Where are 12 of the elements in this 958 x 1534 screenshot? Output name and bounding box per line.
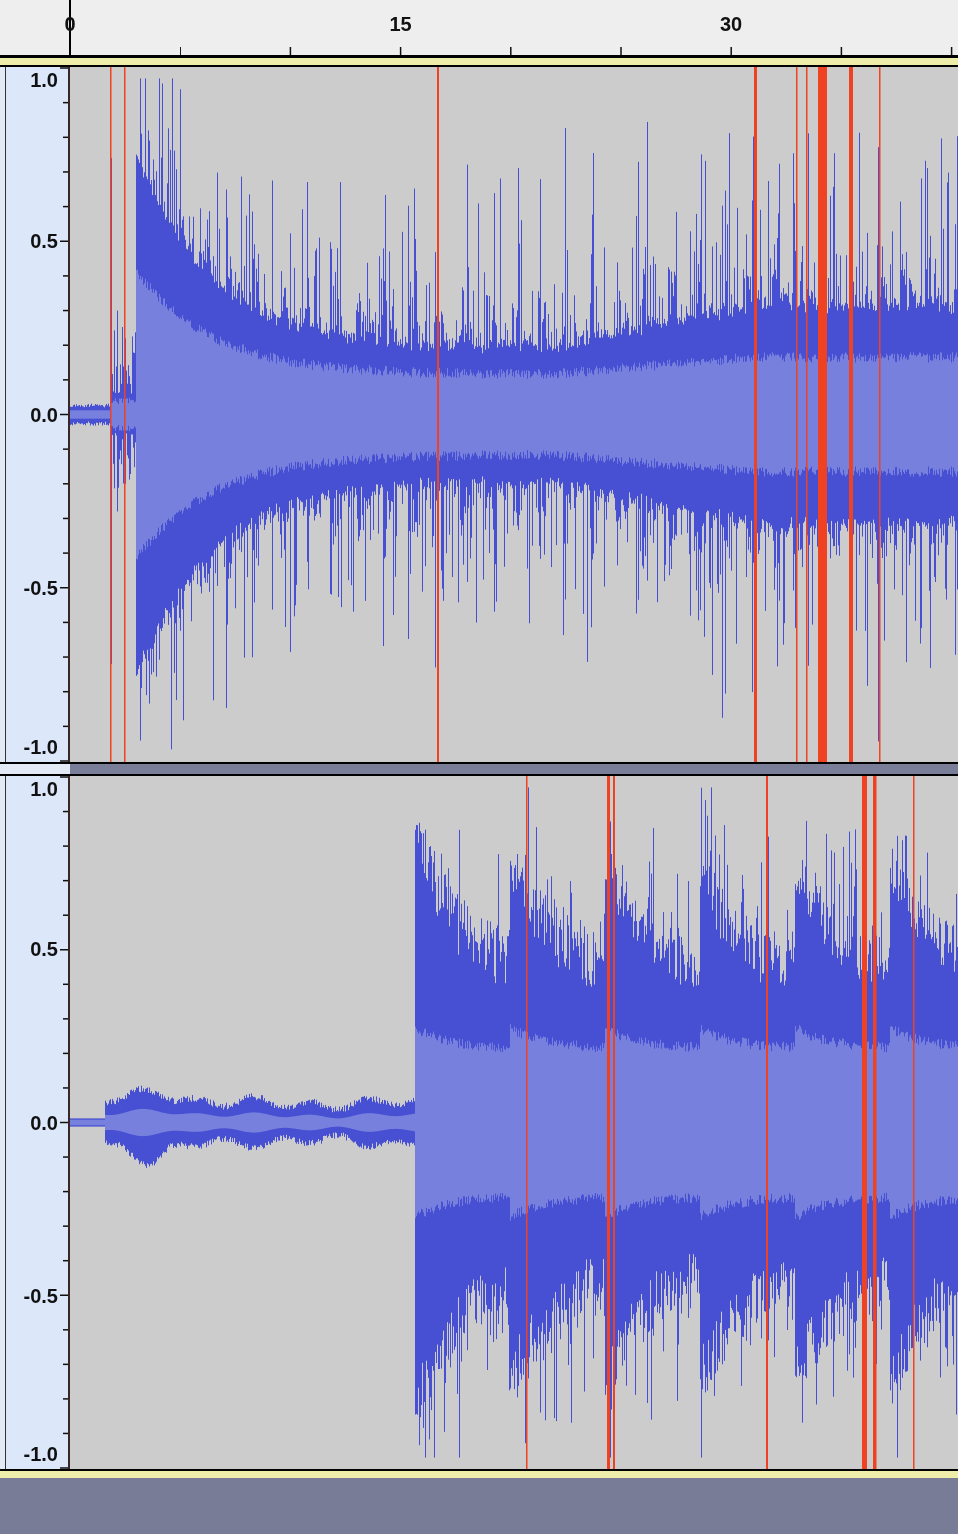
amplitude-label: 0.5 bbox=[30, 230, 58, 251]
amplitude-label: 0.0 bbox=[30, 1112, 58, 1133]
amplitude-label: 0.0 bbox=[30, 404, 58, 425]
time-label: 15 bbox=[389, 14, 412, 34]
amplitude-label: 1.0 bbox=[30, 70, 58, 90]
amplitude-label: 0.5 bbox=[30, 939, 58, 960]
amplitude-label: 1.0 bbox=[30, 779, 58, 799]
amplitude-label: -0.5 bbox=[23, 1285, 58, 1306]
amplitude-label: -1.0 bbox=[23, 737, 58, 757]
amplitude-label: -0.5 bbox=[23, 578, 58, 599]
amplitude-label: -1.0 bbox=[23, 1444, 58, 1464]
time-label: 30 bbox=[719, 14, 743, 34]
